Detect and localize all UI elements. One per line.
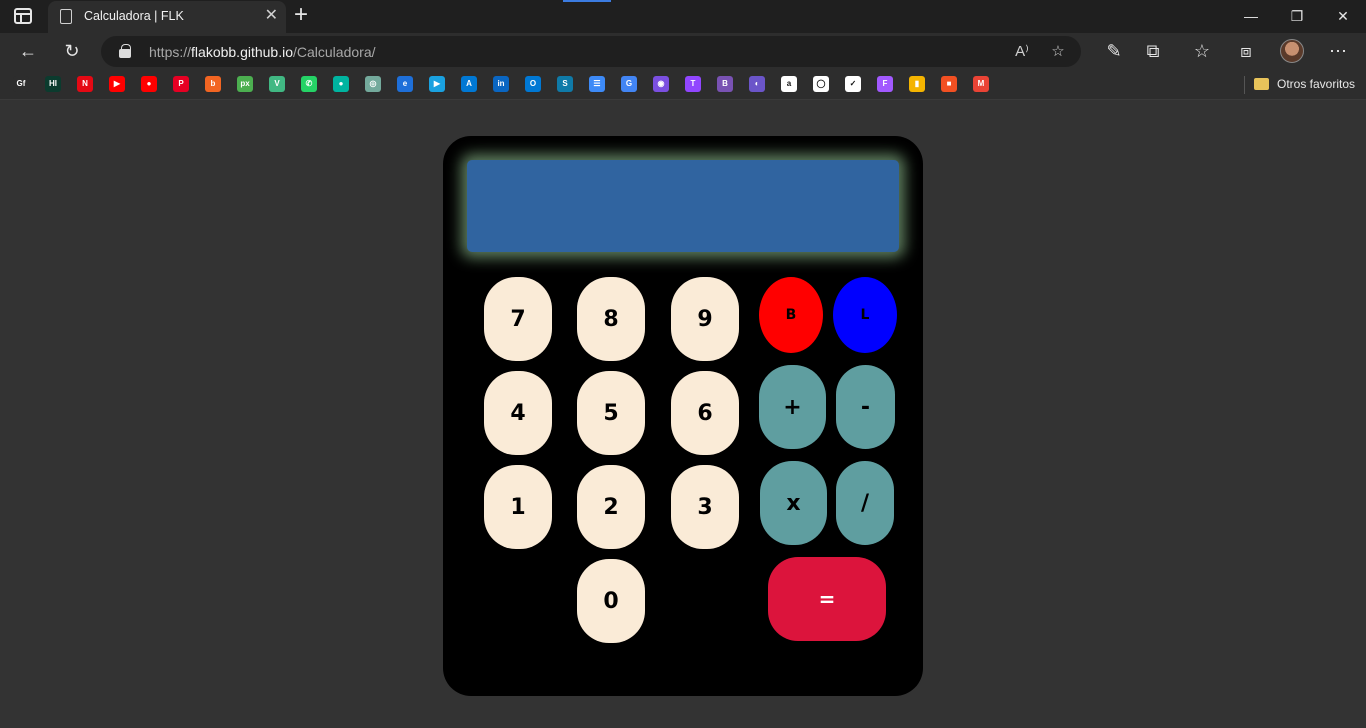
bookmarks-bar: Gf HI N ▶ ● Pb px V ✆ ● ◎ e ▶ Ain O S ☰ G ◉ T B ◐ a ◯ ✓ F ▮ ■ M Otro… <box>0 70 1366 100</box>
minimize-button[interactable]: — <box>1228 0 1274 32</box>
gf-icon[interactable]: Gf <box>13 76 29 92</box>
key-2[interactable]: 2 <box>577 465 645 549</box>
key-0[interactable]: 0 <box>577 559 645 643</box>
back-icon[interactable]: ← <box>13 37 43 65</box>
profile-avatar[interactable] <box>1280 39 1304 63</box>
url-text[interactable]: https://flakobb.github.io/Calculadora/ <box>149 44 376 60</box>
url-path: /Calculadora/ <box>293 44 376 60</box>
page-icon <box>60 9 72 24</box>
calculator: 7 8 9 B L 4 5 6 + - 1 2 3 x / 0 = <box>443 136 923 696</box>
window-accent <box>563 0 611 2</box>
camera-icon[interactable]: ◉ <box>653 76 669 92</box>
refresh-icon[interactable]: ↻ <box>57 37 87 65</box>
key-8[interactable]: 8 <box>577 277 645 361</box>
vue-icon[interactable]: V <box>269 76 285 92</box>
pinterest-icon[interactable]: P <box>173 76 189 92</box>
play-icon[interactable]: ▶ <box>429 76 445 92</box>
new-tab-button[interactable]: + <box>294 2 308 28</box>
key-7[interactable]: 7 <box>484 277 552 361</box>
plus-button[interactable]: + <box>759 365 826 449</box>
openai-icon[interactable]: ◎ <box>365 76 381 92</box>
youtube-music-icon[interactable]: ● <box>141 76 157 92</box>
key-1[interactable]: 1 <box>484 465 552 549</box>
sheets-icon[interactable]: ☰ <box>589 76 605 92</box>
tab-actions-icon[interactable] <box>14 8 32 24</box>
edge-icon[interactable]: e <box>397 76 413 92</box>
netflix-icon[interactable]: N <box>77 76 93 92</box>
url-host: flakobb.github.io <box>191 44 293 60</box>
key-6[interactable]: 6 <box>671 371 739 455</box>
amazon-icon[interactable]: a <box>781 76 797 92</box>
whatsapp-icon[interactable]: ✆ <box>301 76 317 92</box>
collections-icon[interactable]: ⧈ <box>1231 37 1261 65</box>
doc-icon[interactable]: ✓ <box>845 76 861 92</box>
planet-icon[interactable]: ◐ <box>749 76 765 92</box>
extensions-icon[interactable]: ⧉ <box>1138 37 1168 65</box>
chat-icon[interactable]: ● <box>333 76 349 92</box>
s-icon[interactable]: S <box>557 76 573 92</box>
divide-button[interactable]: / <box>836 461 894 545</box>
favorites-icon[interactable]: ☆ <box>1187 37 1217 65</box>
equals-button[interactable]: = <box>768 557 886 641</box>
outlook-icon[interactable]: O <box>525 76 541 92</box>
hm-icon[interactable]: HI <box>45 76 61 92</box>
key-4[interactable]: 4 <box>484 371 552 455</box>
backspace-button[interactable]: B <box>759 277 823 353</box>
key-5[interactable]: 5 <box>577 371 645 455</box>
copilot-icon[interactable]: ✎ <box>1099 37 1129 65</box>
px-icon[interactable]: px <box>237 76 253 92</box>
restore-button[interactable]: ❐ <box>1274 0 1320 32</box>
add-favorite-icon[interactable]: ☆ <box>1047 41 1069 63</box>
other-favorites-link[interactable]: Otros favoritos <box>1277 77 1355 91</box>
folder-icon[interactable] <box>1254 78 1269 90</box>
linkedin-icon[interactable]: in <box>493 76 509 92</box>
browser-titlebar: Calculadora | FLK ✕ + — ❐ ✕ <box>0 0 1366 33</box>
github-icon[interactable]: ◯ <box>813 76 829 92</box>
figma-icon[interactable]: F <box>877 76 893 92</box>
browser-navbar: ← ↻ https://flakobb.github.io/Calculador… <box>0 33 1366 70</box>
read-aloud-icon[interactable]: A⁾ <box>1011 41 1033 63</box>
active-tab[interactable]: Calculadora | FLK ✕ <box>48 1 286 33</box>
minus-button[interactable]: - <box>836 365 895 449</box>
url-prefix: https:// <box>149 44 192 60</box>
address-bar[interactable]: https://flakobb.github.io/Calculadora/ A… <box>101 36 1081 67</box>
close-window-button[interactable]: ✕ <box>1320 0 1366 32</box>
bootstrap-icon[interactable]: B <box>717 76 733 92</box>
key-9[interactable]: 9 <box>671 277 739 361</box>
youtube-icon[interactable]: ▶ <box>109 76 125 92</box>
key-3[interactable]: 3 <box>671 465 739 549</box>
b-icon[interactable]: b <box>205 76 221 92</box>
gmail-icon[interactable]: M <box>973 76 989 92</box>
multiply-button[interactable]: x <box>760 461 827 545</box>
tab-title: Calculadora | FLK <box>84 9 184 23</box>
close-tab-icon[interactable]: ✕ <box>265 7 278 25</box>
bookmarks-separator <box>1244 76 1245 94</box>
translate-icon[interactable]: G <box>621 76 637 92</box>
lock-icon[interactable] <box>119 44 131 58</box>
colors-icon[interactable]: ▮ <box>909 76 925 92</box>
azure-icon[interactable]: A <box>461 76 477 92</box>
clear-button[interactable]: L <box>833 277 897 353</box>
calculator-display <box>467 160 899 252</box>
microsoft-icon[interactable]: ■ <box>941 76 957 92</box>
more-icon[interactable]: ⋯ <box>1323 37 1353 65</box>
twitch-icon[interactable]: T <box>685 76 701 92</box>
